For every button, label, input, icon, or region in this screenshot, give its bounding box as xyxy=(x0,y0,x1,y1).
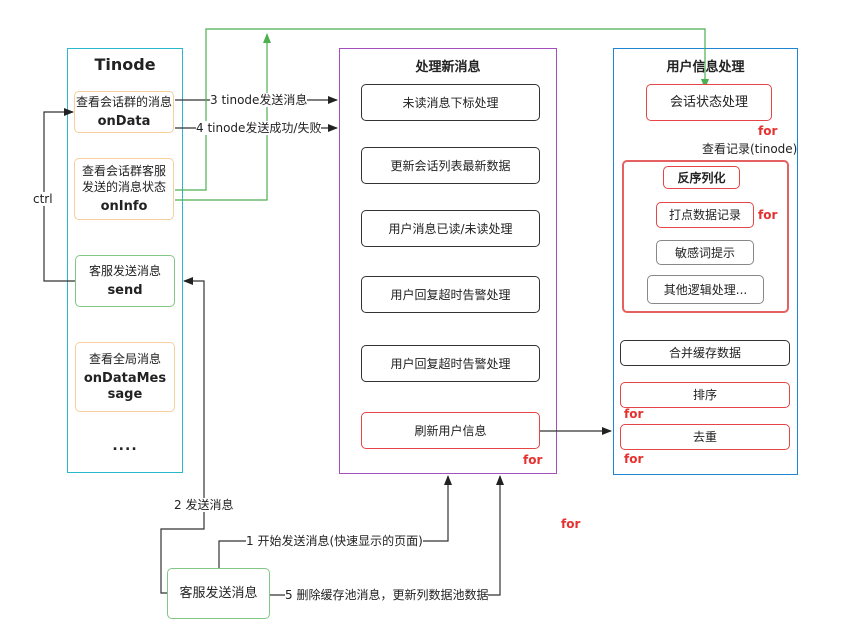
ondata-en: onData xyxy=(97,114,151,129)
dedupe-node[interactable]: 去重 xyxy=(620,424,790,450)
sensitive-words-node[interactable]: 敏感词提示 xyxy=(656,240,754,265)
send-node[interactable]: 客服发送消息 send xyxy=(75,255,175,307)
agent-send-node[interactable]: 客服发送消息 xyxy=(167,568,270,619)
process-node-refresh-user[interactable]: 刷新用户信息 xyxy=(361,412,540,449)
merge-cache-node[interactable]: 合并缓存数据 xyxy=(620,340,790,366)
step2-label: 2 发送消息 xyxy=(174,498,234,512)
process-node-timeout-alert-1[interactable]: 用户回复超时告警处理 xyxy=(361,276,540,313)
ondata-node[interactable]: 查看会话群的消息 onData xyxy=(74,91,174,133)
send-en: send xyxy=(107,283,143,298)
oninfo-up-edge xyxy=(175,33,271,201)
session-state-node[interactable]: 会话状态处理 xyxy=(646,84,772,121)
step1-label: 1 开始发送消息(快速显示的页面) xyxy=(246,534,423,548)
deserialize-node[interactable]: 反序列化 xyxy=(663,166,740,189)
ondata-cn: 查看会话群的消息 xyxy=(75,95,172,109)
process-node-timeout-alert-2[interactable]: 用户回复超时告警处理 xyxy=(361,345,540,382)
ondatamessage-en: onDataMessage xyxy=(83,371,167,402)
other-logic-node[interactable]: 其他逻辑处理... xyxy=(647,275,764,304)
step5-label: 5 删除缓存池消息，更新列数据池数据 xyxy=(285,588,489,602)
process-node-update-session-list[interactable]: 更新会话列表最新数据 xyxy=(361,147,540,184)
step2-edge xyxy=(160,277,205,594)
step4-label: 4 tinode发送成功/失败 xyxy=(196,121,322,135)
ondatamessage-cn: 查看全局消息 xyxy=(88,352,161,366)
stray-for-label: for xyxy=(561,517,581,531)
step1-edge xyxy=(218,475,452,568)
step3-label: 3 tinode发送消息 xyxy=(210,93,308,107)
oninfo-en: onInfo xyxy=(100,199,148,214)
oninfo-node[interactable]: 查看会话群客服发送的消息状态 onInfo xyxy=(74,158,174,220)
process-node-read-unread[interactable]: 用户消息已读/未读处理 xyxy=(361,210,540,247)
process-for-label: for xyxy=(523,453,543,467)
ctrl-label: ctrl xyxy=(33,192,53,206)
tracking-node[interactable]: 打点数据记录 xyxy=(656,202,754,228)
session-state-for-label: for xyxy=(758,124,778,138)
sort-for-label: for xyxy=(624,407,644,421)
record-label: 查看记录(tinode) xyxy=(702,142,798,156)
process-node-unread-index[interactable]: 未读消息下标处理 xyxy=(361,84,540,121)
more-ellipsis: .... xyxy=(112,438,138,454)
send-cn: 客服发送消息 xyxy=(88,264,161,278)
ondatamessage-node[interactable]: 查看全局消息 onDataMessage xyxy=(75,342,175,412)
tracking-for-label: for xyxy=(758,208,778,222)
sort-node[interactable]: 排序 xyxy=(620,382,790,408)
dedupe-for-label: for xyxy=(624,452,644,466)
oninfo-cn: 查看会话群客服发送的消息状态 xyxy=(81,164,166,194)
